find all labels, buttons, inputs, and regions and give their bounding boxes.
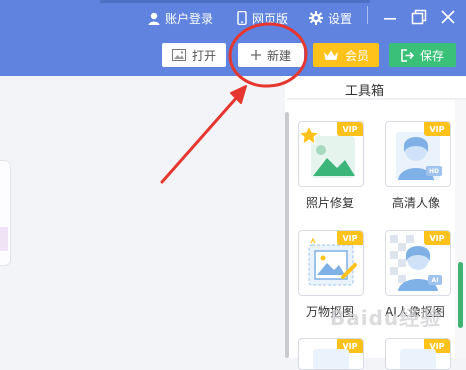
open-button[interactable]: 打开 xyxy=(162,43,226,67)
tool-ai-portrait-cutout[interactable]: VIP AI xyxy=(385,230,451,296)
plus-icon xyxy=(250,50,261,60)
gear-icon xyxy=(309,11,323,25)
tool-thumbnail xyxy=(400,349,436,369)
vip-badge: VIP xyxy=(424,231,450,245)
page-preview-thumbnail[interactable] xyxy=(0,160,11,266)
phone-icon xyxy=(237,11,247,25)
save-label: 保存 xyxy=(419,48,444,63)
web-version-link[interactable]: 网页版 xyxy=(237,8,288,28)
vip-badge: VIP xyxy=(424,122,450,136)
toolbox-title: 工具箱 xyxy=(345,84,385,99)
ai-badge: AI xyxy=(431,276,439,284)
vip-badge: VIP xyxy=(337,231,363,245)
settings-link[interactable]: 设置 xyxy=(309,8,352,28)
tool-object-cutout[interactable]: VIP xyxy=(298,230,364,296)
canvas-area[interactable] xyxy=(0,76,285,358)
tool-thumbnail xyxy=(313,349,349,369)
crown-icon xyxy=(323,50,338,60)
restore-button[interactable] xyxy=(410,8,428,26)
vip-label: 会员 xyxy=(344,48,369,63)
canvas-scrollbar[interactable] xyxy=(285,112,289,358)
close-button[interactable] xyxy=(439,8,457,26)
tool-photo-restore-label: 照片修复 xyxy=(306,196,355,210)
new-button[interactable]: 新建 xyxy=(238,43,304,67)
watermark: Baidu经验 xyxy=(330,306,442,330)
header-shadow xyxy=(100,0,370,3)
header-separator xyxy=(367,6,368,24)
tool-photo-restore[interactable]: VIP xyxy=(298,121,364,187)
toolbox-scrollbar-thumb[interactable] xyxy=(458,262,463,328)
vip-button[interactable]: 会员 xyxy=(313,43,379,67)
tool-next-row-1[interactable]: VIP xyxy=(298,338,364,370)
user-icon xyxy=(148,12,160,25)
export-icon xyxy=(401,48,414,62)
close-icon xyxy=(441,10,455,24)
tool-hd-portrait[interactable]: VIP HD xyxy=(385,121,451,187)
settings-label: 设置 xyxy=(328,11,353,26)
open-label: 打开 xyxy=(191,48,216,63)
account-login-link[interactable]: 账户登录 xyxy=(148,8,213,28)
tool-next-row-2[interactable]: VIP xyxy=(385,338,451,370)
account-login-label: 账户登录 xyxy=(165,11,214,26)
save-button[interactable]: 保存 xyxy=(389,43,456,67)
vip-badge: VIP xyxy=(337,122,363,136)
restore-icon xyxy=(411,9,427,25)
hd-badge: HD xyxy=(428,167,439,175)
minimize-icon xyxy=(384,18,396,20)
image-icon xyxy=(171,49,186,61)
new-label: 新建 xyxy=(266,48,291,63)
minimize-button[interactable] xyxy=(381,8,399,26)
tool-hd-portrait-label: 高清人像 xyxy=(392,196,441,210)
web-version-label: 网页版 xyxy=(252,11,289,26)
